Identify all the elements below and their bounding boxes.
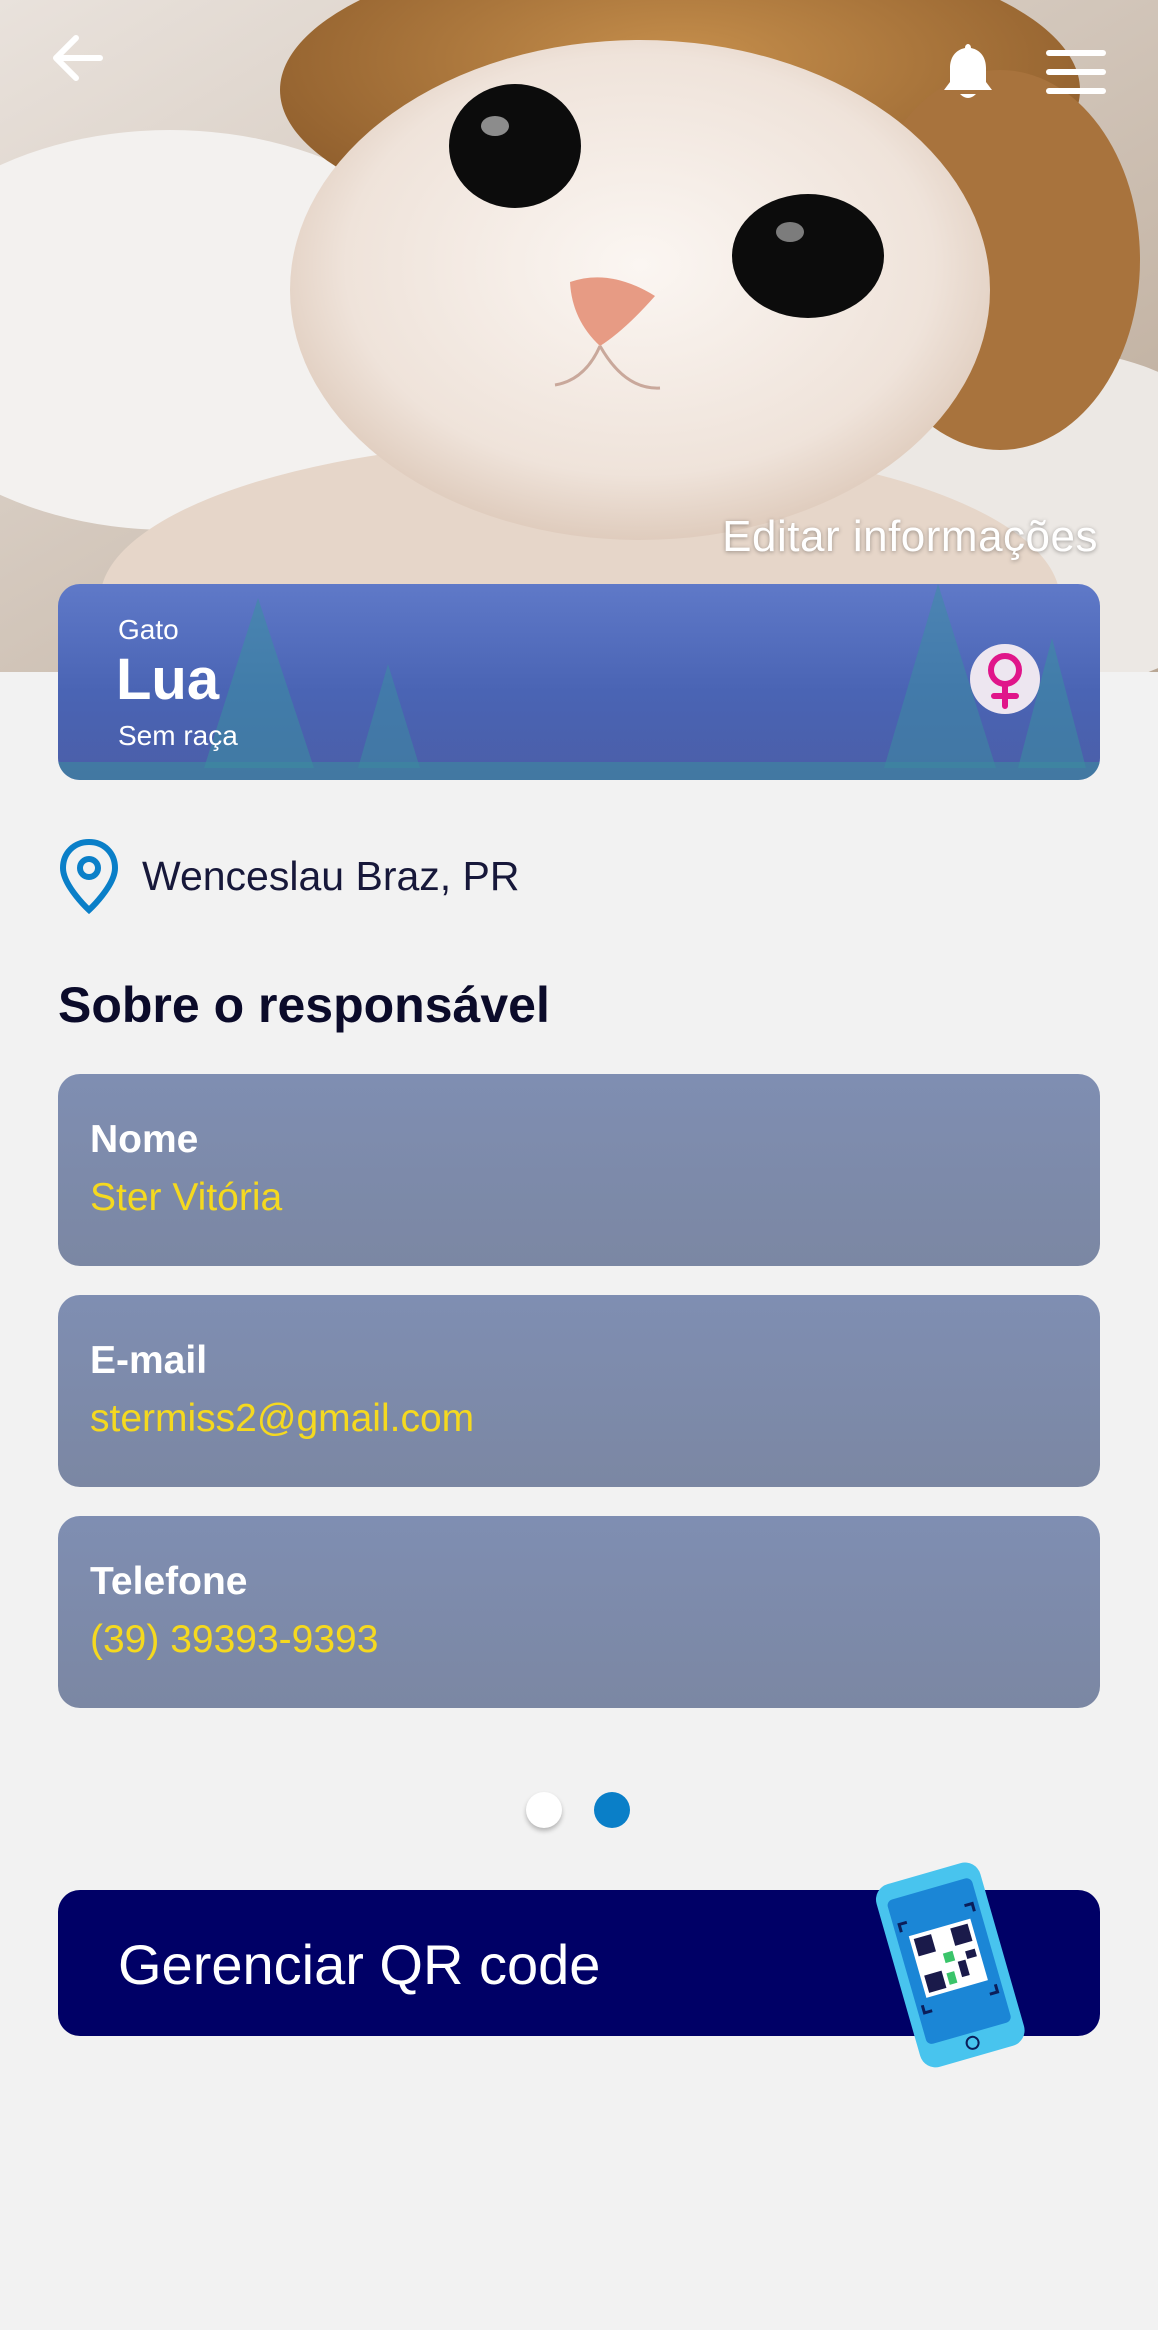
female-symbol-icon (988, 653, 1022, 709)
field-value: stermiss2@gmail.com (90, 1397, 475, 1440)
owner-email-card: E-mail stermiss2@gmail.com (58, 1295, 1100, 1487)
field-label: Nome (90, 1118, 199, 1161)
pet-photo: Editar informações (0, 0, 1158, 672)
edit-info-link[interactable]: Editar informações (722, 512, 1098, 562)
menu-button[interactable] (1044, 48, 1108, 96)
page-dot-1[interactable] (526, 1792, 562, 1828)
notifications-button[interactable] (940, 40, 996, 104)
field-label: Telefone (90, 1560, 248, 1603)
pet-summary-card: Gato Lua Sem raça (58, 584, 1100, 780)
qr-button-label: Gerenciar QR code (118, 1933, 601, 1996)
field-value: (39) 39393-9393 (90, 1618, 379, 1661)
map-pin-icon (59, 838, 119, 914)
owner-phone-card: Telefone (39) 39393-9393 (58, 1516, 1100, 1708)
owner-name-card: Nome Ster Vitória (58, 1074, 1100, 1266)
pet-location: Wenceslau Braz, PR (58, 838, 520, 914)
pet-name: Lua (116, 647, 220, 712)
field-value: Ster Vitória (90, 1176, 283, 1219)
field-label: E-mail (90, 1339, 208, 1382)
location-text: Wenceslau Braz, PR (142, 852, 520, 899)
arrow-left-icon (53, 35, 103, 81)
phone-qr-code-icon (875, 1862, 1025, 2068)
back-button[interactable] (48, 30, 108, 86)
section-title: Sobre o responsável (58, 977, 550, 1033)
hamburger-menu-icon (1046, 50, 1106, 94)
pet-species: Gato (118, 614, 179, 645)
bell-icon (944, 44, 992, 98)
gender-badge (970, 644, 1040, 714)
pagination-dots (526, 1792, 662, 1828)
page-dot-2-active[interactable] (594, 1792, 630, 1828)
pet-breed: Sem raça (118, 720, 238, 751)
